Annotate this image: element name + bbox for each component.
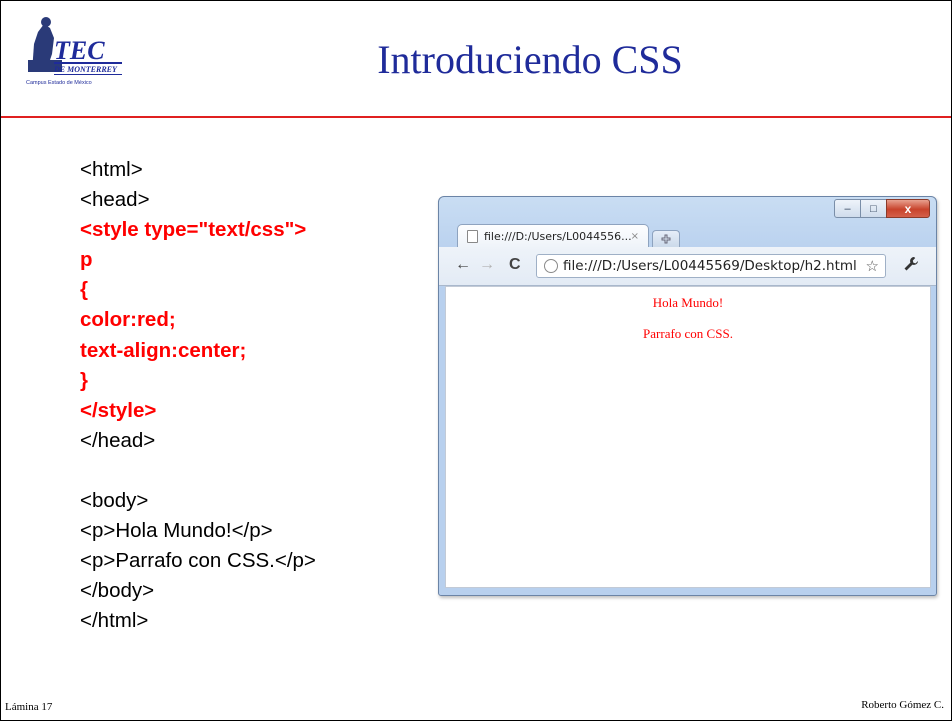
logo-wordmark: TEC: [54, 36, 105, 65]
browser-toolbar: ← → C file:///D:/Users/L00445569/Desktop…: [439, 247, 936, 286]
forward-arrow-icon[interactable]: →: [479, 256, 495, 274]
bookmark-star-icon[interactable]: ☆: [866, 257, 879, 275]
address-bar[interactable]: file:///D:/Users/L00445569/Desktop/h2.ht…: [536, 254, 886, 278]
code-line: p: [80, 248, 93, 272]
code-line: </head>: [80, 428, 156, 452]
rendered-paragraph-2: Parrafo con CSS.: [643, 326, 733, 341]
slide-author: Roberto Gómez C.: [861, 699, 944, 711]
window-controls: – □ x: [834, 199, 930, 219]
code-line: <body>: [80, 489, 149, 513]
tab-label: file:///D:/Users/L0044556...: [484, 230, 631, 243]
code-line: <p>Parrafo con CSS.</p>: [80, 549, 316, 573]
code-line: <style type="text/css">: [80, 218, 307, 242]
tab-close-icon[interactable]: ×: [631, 231, 639, 242]
page-icon: [467, 230, 478, 243]
maximize-button[interactable]: □: [860, 199, 887, 218]
back-arrow-icon[interactable]: ←: [455, 256, 471, 274]
browser-tab[interactable]: file:///D:/Users/L0044556... ×: [457, 224, 649, 248]
url-text: file:///D:/Users/L00445569/Desktop/h2.ht…: [563, 258, 857, 274]
logo-campus: Campus Estado de México: [26, 80, 92, 86]
code-listing: <html> <head> <style type="text/css"> p { col…: [80, 155, 316, 637]
title-divider: [1, 116, 951, 118]
globe-icon: [544, 259, 558, 273]
plus-icon: [661, 234, 671, 244]
code-line: text-align:center;: [80, 338, 247, 362]
code-line: <head>: [80, 188, 150, 212]
code-line: <html>: [80, 158, 143, 181]
page-viewport: Hola Mundo! Parrafo con CSS.: [445, 286, 931, 588]
code-line: <p>Hola Mundo!</p>: [80, 519, 273, 543]
code-line: {: [80, 278, 88, 302]
code-line: </html>: [80, 609, 149, 633]
browser-window: – □ x file:///D:/Users/L0044556... × ← →…: [438, 196, 937, 596]
tec-logo: TEC DE MONTERREY Campus Estado de México: [26, 17, 122, 86]
minimize-button[interactable]: –: [834, 199, 861, 218]
slide-number: Lámina 17: [5, 701, 53, 713]
reload-icon[interactable]: C: [509, 256, 521, 274]
rendered-paragraph-1: Hola Mundo!: [652, 295, 724, 310]
code-line: color:red;: [80, 308, 176, 332]
code-line: </style>: [80, 398, 157, 422]
code-line: </body>: [80, 579, 155, 603]
slide-title: Introduciendo CSS: [377, 37, 683, 82]
logo-subtext: DE MONTERREY: [53, 65, 118, 74]
close-button[interactable]: x: [886, 199, 930, 218]
wrench-icon[interactable]: [903, 256, 919, 272]
new-tab-button[interactable]: [652, 230, 680, 247]
code-line: }: [80, 368, 88, 392]
